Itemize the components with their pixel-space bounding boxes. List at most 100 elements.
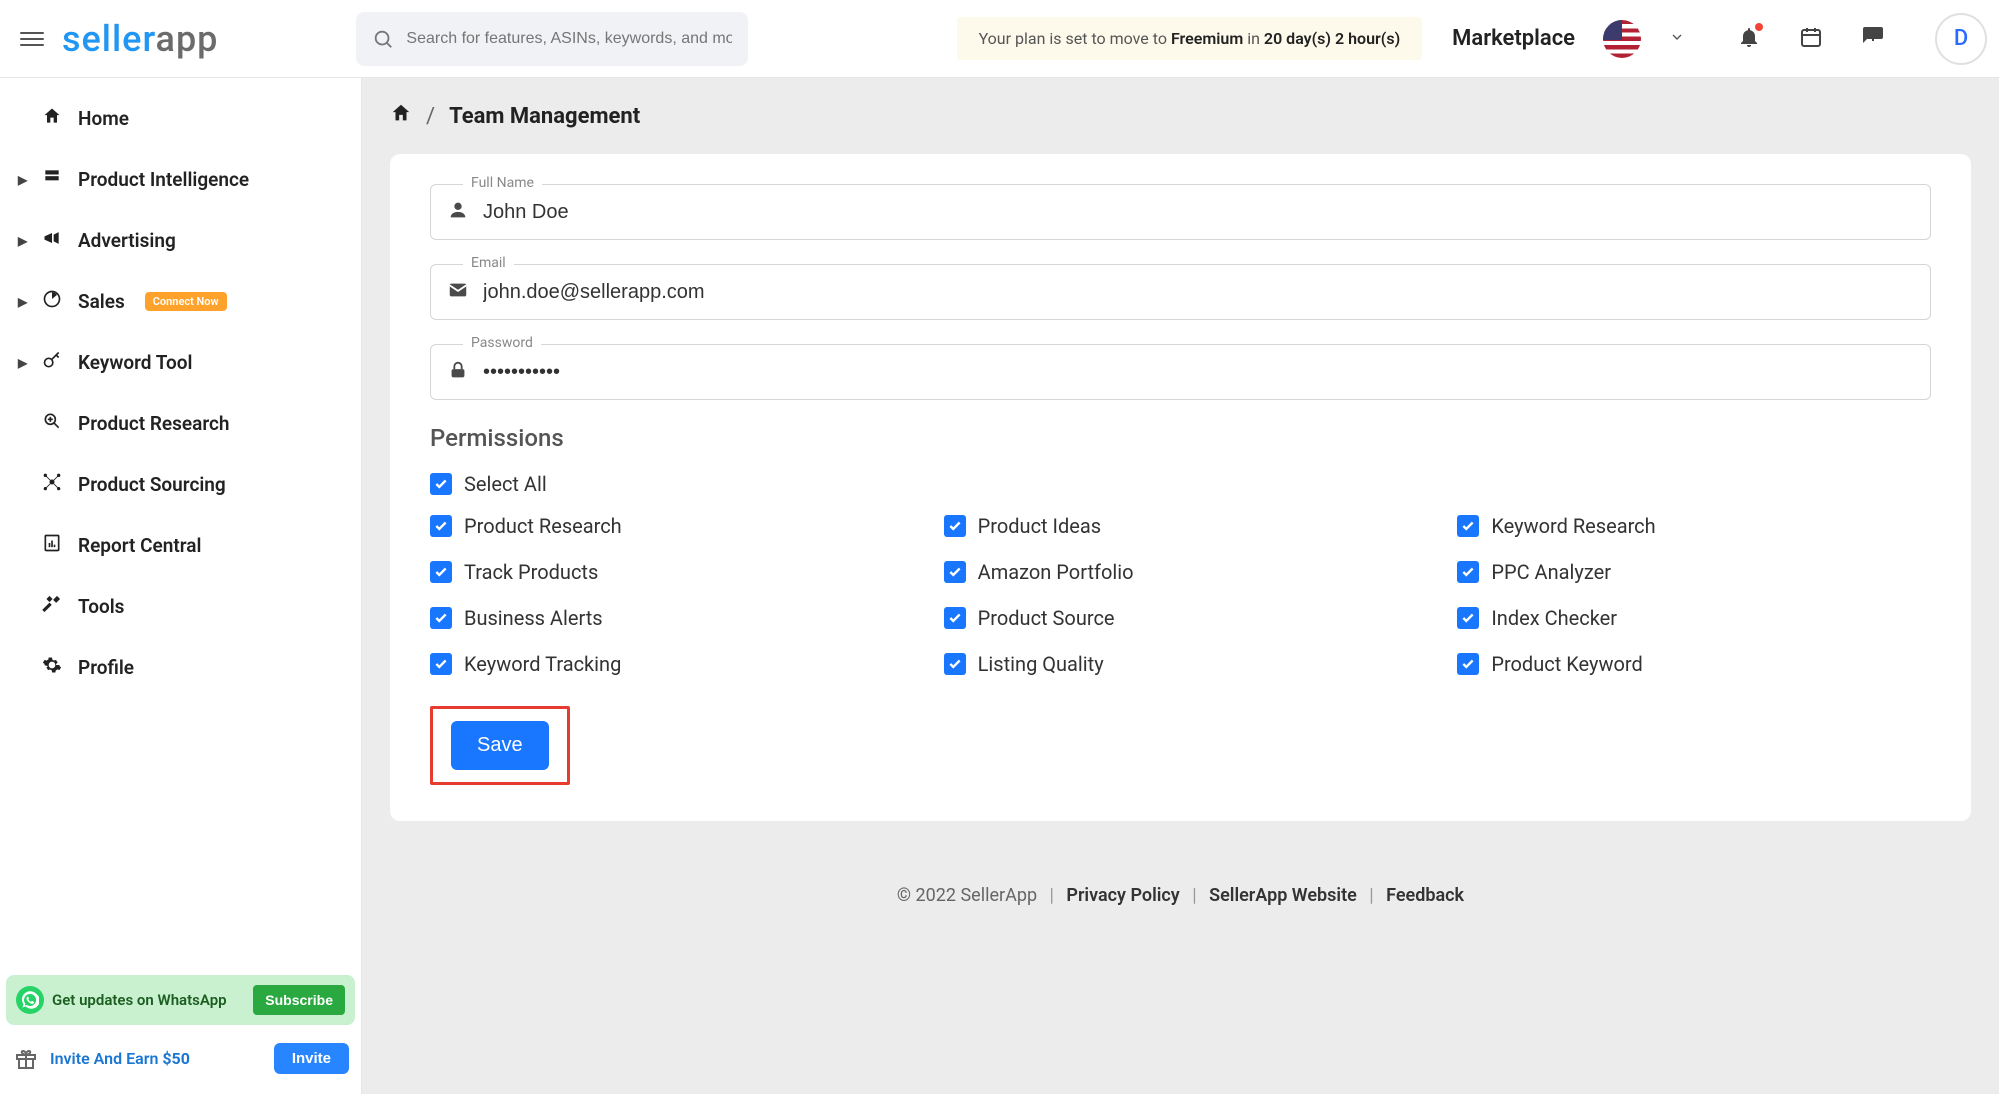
permission-amazon-portfolio[interactable]: Amazon Portfolio <box>944 560 1418 584</box>
permission-checkbox[interactable] <box>1457 653 1479 675</box>
permission-business-alerts[interactable]: Business Alerts <box>430 606 904 630</box>
permission-checkbox[interactable] <box>430 561 452 583</box>
whatsapp-icon <box>16 986 44 1014</box>
permission-checkbox[interactable] <box>430 653 452 675</box>
select-all-checkbox[interactable] <box>430 473 452 495</box>
permission-keyword-tracking[interactable]: Keyword Tracking <box>430 652 904 676</box>
permission-product-research[interactable]: Product Research <box>430 514 904 538</box>
permission-label: Listing Quality <box>978 652 1104 676</box>
permission-label: Keyword Tracking <box>464 652 621 676</box>
tools-icon <box>40 594 64 619</box>
save-button[interactable]: Save <box>451 721 549 770</box>
sidebar-item-tools[interactable]: Tools <box>0 576 361 637</box>
marketplace-flag-icon[interactable] <box>1603 20 1641 58</box>
permission-checkbox[interactable] <box>430 607 452 629</box>
password-label: Password <box>463 335 541 351</box>
sidebar-item-label: Keyword Tool <box>78 351 192 374</box>
sidebar-item-report-central[interactable]: Report Central <box>0 515 361 576</box>
breadcrumb-separator: / <box>426 104 435 129</box>
sidebar-item-label: Product Intelligence <box>78 168 249 191</box>
breadcrumb-home-icon[interactable] <box>390 102 412 130</box>
logo[interactable]: sellerapp <box>62 18 218 60</box>
whatsapp-subscribe-button[interactable]: Subscribe <box>253 985 345 1015</box>
password-field[interactable]: Password <box>430 344 1931 400</box>
person-icon <box>447 199 469 225</box>
marketplace-chevron-down-icon[interactable] <box>1669 29 1685 49</box>
sidebar-item-home[interactable]: Home <box>0 88 361 149</box>
caret-right-icon: ▶ <box>18 356 26 370</box>
announcement-icon[interactable] <box>1861 25 1885 53</box>
permission-product-ideas[interactable]: Product Ideas <box>944 514 1418 538</box>
email-input[interactable] <box>483 281 1914 304</box>
notifications-icon[interactable] <box>1737 25 1761 53</box>
permission-checkbox[interactable] <box>944 515 966 537</box>
permission-checkbox[interactable] <box>430 515 452 537</box>
sidebar-item-product-research[interactable]: Product Research <box>0 393 361 454</box>
plan-time: 20 day(s) 2 hour(s) <box>1264 29 1400 48</box>
full-name-field[interactable]: Full Name <box>430 184 1931 240</box>
permission-label: Track Products <box>464 560 598 584</box>
search-input[interactable] <box>406 30 732 48</box>
calendar-icon[interactable] <box>1799 25 1823 53</box>
avatar-initial: D <box>1954 26 1968 51</box>
breadcrumb-current: Team Management <box>449 104 640 129</box>
permission-label: Business Alerts <box>464 606 603 630</box>
permission-ppc-analyzer[interactable]: PPC Analyzer <box>1457 560 1931 584</box>
logo-part1: seller <box>62 18 156 60</box>
email-icon <box>447 279 469 305</box>
invite-amount: $50 <box>162 1049 190 1068</box>
main-content: / Team Management Full Name Email Passwo… <box>362 78 1999 1094</box>
user-avatar[interactable]: D <box>1935 13 1987 65</box>
layers-icon <box>40 167 64 192</box>
select-all-row[interactable]: Select All <box>430 472 1931 496</box>
breadcrumb: / Team Management <box>362 78 1999 154</box>
invite-button[interactable]: Invite <box>274 1043 349 1074</box>
logo-part2: app <box>156 18 219 60</box>
sidebar-item-keyword-tool[interactable]: ▶ Keyword Tool <box>0 332 361 393</box>
sidebar-item-label: Profile <box>78 656 134 679</box>
topbar: sellerapp Your plan is set to move to Fr… <box>0 0 1999 78</box>
permission-checkbox[interactable] <box>944 561 966 583</box>
footer-link-privacy[interactable]: Privacy Policy <box>1066 885 1179 906</box>
permission-index-checker[interactable]: Index Checker <box>1457 606 1931 630</box>
sidebar-item-label: Advertising <box>78 229 176 252</box>
analytics-icon <box>40 289 64 314</box>
whatsapp-text: Get updates on WhatsApp <box>52 991 245 1009</box>
permission-label: PPC Analyzer <box>1491 560 1611 584</box>
permission-product-source[interactable]: Product Source <box>944 606 1418 630</box>
team-form-card: Full Name Email Password P <box>390 154 1971 821</box>
full-name-input[interactable] <box>483 201 1914 224</box>
permission-keyword-research[interactable]: Keyword Research <box>1457 514 1931 538</box>
invite-text: Invite And Earn $50 <box>50 1049 264 1068</box>
sidebar-item-advertising[interactable]: ▶Advertising <box>0 210 361 271</box>
permissions-title: Permissions <box>430 424 1931 452</box>
sidebar-item-label: Product Research <box>78 412 230 435</box>
home-icon <box>40 106 64 131</box>
permission-checkbox[interactable] <box>944 653 966 675</box>
connect-now-badge[interactable]: Connect Now <box>145 292 227 311</box>
sidebar-item-label: Report Central <box>78 534 201 557</box>
sidebar-item-label: Product Sourcing <box>78 473 226 496</box>
permission-listing-quality[interactable]: Listing Quality <box>944 652 1418 676</box>
search-icon <box>372 28 394 50</box>
sidebar-item-product-sourcing[interactable]: Product Sourcing <box>0 454 361 515</box>
email-field[interactable]: Email <box>430 264 1931 320</box>
permission-track-products[interactable]: Track Products <box>430 560 904 584</box>
hamburger-menu-icon[interactable] <box>20 32 44 46</box>
sidebar-item-profile[interactable]: Profile <box>0 637 361 698</box>
permission-label: Product Source <box>978 606 1115 630</box>
permission-checkbox[interactable] <box>944 607 966 629</box>
network-icon <box>40 472 64 497</box>
sidebar-item-sales[interactable]: ▶SalesConnect Now <box>0 271 361 332</box>
permission-checkbox[interactable] <box>1457 561 1479 583</box>
sidebar-item-product-intelligence[interactable]: ▶Product Intelligence <box>0 149 361 210</box>
permission-checkbox[interactable] <box>1457 607 1479 629</box>
marketplace-label: Marketplace <box>1452 26 1575 51</box>
search-input-wrapper[interactable] <box>356 12 748 66</box>
footer-link-feedback[interactable]: Feedback <box>1386 885 1464 906</box>
permission-label: Product Keyword <box>1491 652 1642 676</box>
permission-checkbox[interactable] <box>1457 515 1479 537</box>
permission-product-keyword[interactable]: Product Keyword <box>1457 652 1931 676</box>
password-input[interactable] <box>483 361 1914 384</box>
footer-link-website[interactable]: SellerApp Website <box>1209 885 1357 906</box>
